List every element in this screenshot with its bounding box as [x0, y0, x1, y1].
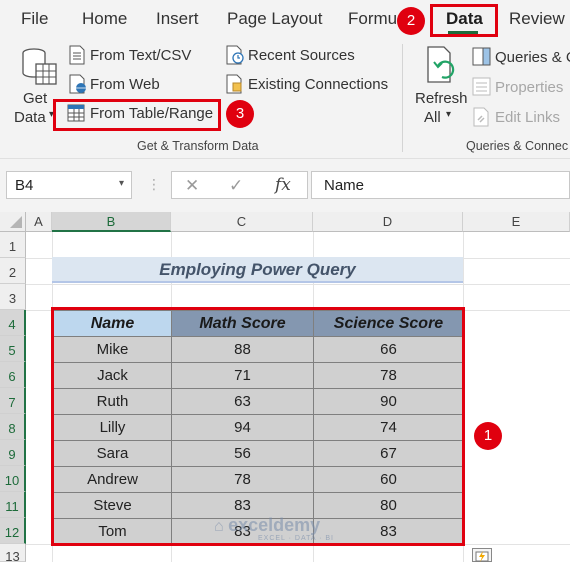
name-box-value: B4 [15, 177, 34, 194]
refresh-label-line2: All [424, 109, 441, 126]
from-web-label: From Web [90, 76, 160, 93]
web-page-icon [69, 74, 86, 94]
row-header-1[interactable]: 1 [0, 232, 26, 258]
row-header-7[interactable]: 7 [0, 388, 26, 414]
row-header-4[interactable]: 4 [0, 310, 26, 336]
chevron-down-icon: ▾ [446, 109, 452, 120]
highlight-data-tab [430, 4, 498, 37]
row-header-11[interactable]: 11 [0, 492, 26, 518]
row-header-13[interactable]: 13 [0, 544, 26, 562]
step-badge-3: 3 [226, 100, 254, 128]
row-header-12[interactable]: 12 [0, 518, 26, 544]
quick-analysis-button[interactable] [472, 548, 492, 562]
formula-actions: ✕ ✓ fx [171, 171, 308, 199]
column-header-c[interactable]: C [171, 212, 313, 232]
column-header-d[interactable]: D [313, 212, 463, 232]
group-label-queries: Queries & Connec [466, 139, 569, 153]
insert-function-icon[interactable]: fx [275, 175, 291, 195]
tab-review[interactable]: Review [509, 9, 565, 29]
step-badge-1: 1 [474, 422, 502, 450]
name-box[interactable]: B4 ▾ [6, 171, 132, 199]
tab-file[interactable]: File [21, 9, 48, 29]
enter-icon[interactable]: ✓ [229, 176, 243, 196]
ribbon-group-separator [402, 44, 403, 152]
recent-sources-label: Recent Sources [248, 47, 355, 64]
from-text-csv-label: From Text/CSV [90, 47, 192, 64]
select-all-triangle-icon [10, 216, 22, 228]
database-icon [22, 48, 57, 85]
properties-icon [472, 77, 491, 96]
cancel-icon[interactable]: ✕ [185, 176, 199, 196]
queries-pane-icon [472, 47, 491, 66]
gridline [26, 284, 570, 285]
queries-connections-label: Queries & C [495, 49, 570, 66]
existing-connections-label: Existing Connections [248, 76, 389, 93]
tab-page-layout[interactable]: Page Layout [227, 9, 322, 29]
get-data-label-line1: Get [23, 90, 48, 107]
row-header-2[interactable]: 2 [0, 258, 26, 284]
sheet-title[interactable]: Employing Power Query [52, 257, 463, 283]
row-header-6[interactable]: 6 [0, 362, 26, 388]
properties-label: Properties [495, 79, 564, 96]
tab-home[interactable]: Home [82, 9, 127, 29]
chevron-down-icon[interactable]: ▾ [119, 178, 124, 189]
column-header-a[interactable]: A [26, 212, 52, 232]
edit-links-label: Edit Links [495, 109, 561, 126]
highlight-data-range [51, 307, 465, 546]
text-file-icon [69, 45, 85, 65]
select-all-button[interactable] [0, 212, 26, 232]
get-data-label-line2: Data [14, 109, 46, 126]
column-header-e[interactable]: E [463, 212, 570, 232]
tab-insert[interactable]: Insert [156, 9, 199, 29]
formula-input-value: Name [324, 177, 365, 194]
group-label-get-transform: Get & Transform Data [137, 139, 259, 153]
formula-bar-grip: ⋮ [147, 176, 161, 192]
row-header-9[interactable]: 9 [0, 440, 26, 466]
column-header-b[interactable]: B [52, 212, 171, 232]
row-header-10[interactable]: 10 [0, 466, 26, 492]
highlight-from-table-range [53, 99, 221, 131]
recent-sources-icon [226, 45, 244, 65]
formula-input[interactable]: Name [311, 171, 570, 199]
quick-analysis-icon [475, 551, 489, 562]
row-header-5[interactable]: 5 [0, 336, 26, 362]
refresh-label-line1: Refresh [415, 90, 468, 107]
existing-connections-icon [226, 74, 242, 94]
step-badge-2: 2 [397, 7, 425, 35]
refresh-icon [427, 46, 455, 83]
row-header-8[interactable]: 8 [0, 414, 26, 440]
row-header-3[interactable]: 3 [0, 284, 26, 310]
edit-links-icon [473, 107, 489, 127]
tab-formulas[interactable]: Formu [348, 9, 397, 29]
